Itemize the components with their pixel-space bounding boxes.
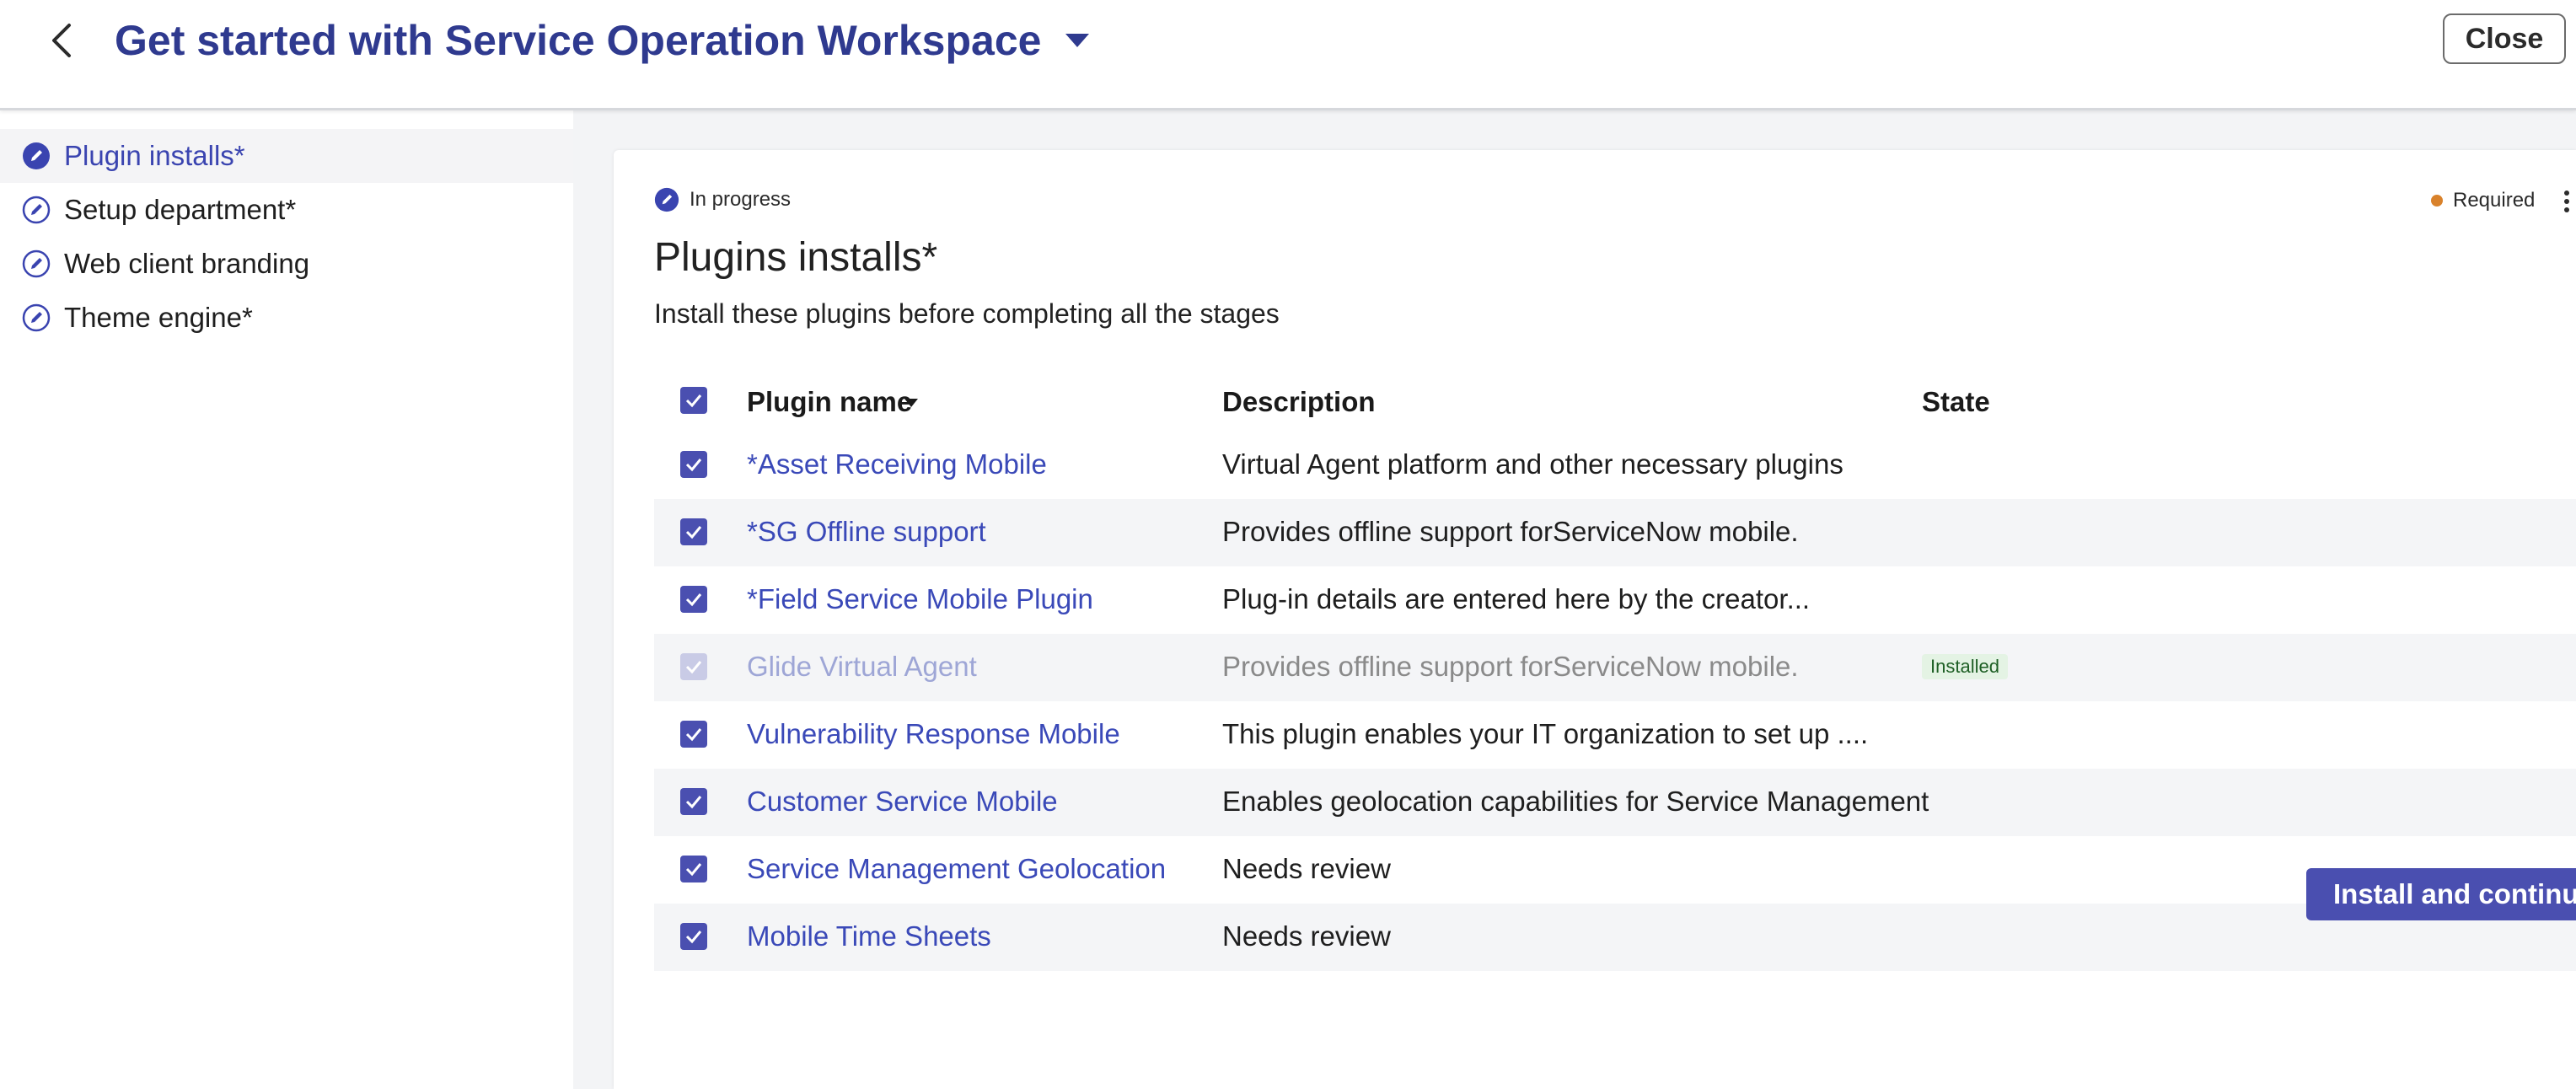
- title-dropdown-icon[interactable]: [1064, 32, 1091, 49]
- stage-sidebar: Plugin installs* Setup department* Web c…: [0, 110, 573, 1089]
- sidebar-item-theme-engine[interactable]: Theme engine*: [0, 291, 573, 345]
- row-checkbox[interactable]: [679, 585, 708, 614]
- table-row: Service Management Geolocation Needs rev…: [654, 836, 2576, 904]
- status-label: In progress: [690, 188, 792, 211]
- plugin-description: Virtual Agent platform and other necessa…: [1222, 448, 1843, 480]
- edit-stage-icon: [22, 196, 51, 224]
- column-header-description: Description: [1222, 386, 1376, 417]
- row-checkbox[interactable]: [679, 787, 708, 816]
- sidebar-item-setup-department[interactable]: Setup department*: [0, 183, 573, 237]
- plugin-name-link[interactable]: Mobile Time Sheets: [747, 920, 991, 952]
- plugin-name-link[interactable]: Customer Service Mobile: [747, 786, 1058, 818]
- select-all-checkbox[interactable]: [679, 386, 708, 415]
- sort-down-icon[interactable]: [904, 398, 919, 408]
- plugin-description: Needs review: [1222, 920, 1391, 952]
- more-options-icon[interactable]: [2563, 189, 2571, 214]
- plugin-name-link[interactable]: *SG Offline support: [747, 516, 986, 548]
- plugin-name-link[interactable]: Vulnerability Response Mobile: [747, 718, 1120, 750]
- edit-stage-icon: [23, 142, 50, 169]
- sidebar-item-web-client-branding[interactable]: Web client branding: [0, 237, 573, 291]
- column-header-state: State: [1922, 386, 1990, 417]
- card-subtitle: Install these plugins before completing …: [654, 298, 1280, 329]
- edit-stage-icon: [22, 249, 51, 278]
- plugin-description: Provides offline support forServiceNow m…: [1222, 651, 1799, 682]
- page-title: Get started with Service Operation Works…: [115, 17, 1042, 64]
- plugin-description: Provides offline support forServiceNow m…: [1222, 516, 1799, 547]
- back-arrow-icon[interactable]: [44, 19, 81, 62]
- row-checkbox[interactable]: [679, 720, 708, 748]
- column-header-plugin-name[interactable]: Plugin name: [747, 386, 912, 418]
- close-button[interactable]: Close: [2443, 13, 2566, 64]
- row-checkbox[interactable]: [679, 855, 708, 883]
- row-checkbox[interactable]: [679, 518, 708, 546]
- plugin-description: Needs review: [1222, 853, 1391, 884]
- edit-stage-icon: [22, 303, 51, 332]
- plugin-description: This plugin enables your IT organization…: [1222, 718, 1869, 749]
- card-title: Plugins installs*: [654, 235, 938, 280]
- plugin-name-link[interactable]: Service Management Geolocation: [747, 853, 1166, 885]
- install-and-continue-button[interactable]: Install and continue: [2306, 868, 2576, 920]
- plugin-description: Enables geolocation capabilities for Ser…: [1222, 786, 1929, 817]
- table-row: Vulnerability Response Mobile This plugi…: [654, 701, 2576, 769]
- plugin-name-link: Glide Virtual Agent: [747, 651, 977, 682]
- required-indicator: Required: [2431, 189, 2535, 212]
- sidebar-item-label: Theme engine*: [64, 302, 253, 333]
- table-row: *SG Offline support Provides offline sup…: [654, 499, 2576, 566]
- row-checkbox-disabled: [680, 653, 707, 680]
- table-row: Customer Service Mobile Enables geolocat…: [654, 769, 2576, 836]
- sidebar-item-label: Web client branding: [64, 248, 310, 279]
- table-row: *Asset Receiving Mobile Virtual Agent pl…: [654, 432, 2576, 499]
- stage-status: In progress: [654, 187, 791, 212]
- top-header: Get started with Service Operation Works…: [0, 0, 2576, 110]
- table-row: Glide Virtual Agent Provides offline sup…: [654, 634, 2576, 701]
- sidebar-item-label: Plugin installs*: [64, 140, 245, 171]
- row-checkbox[interactable]: [679, 922, 708, 951]
- plugins-table: Plugin name Description State *Asset Rec…: [654, 373, 2576, 971]
- plugin-name-link[interactable]: *Field Service Mobile Plugin: [747, 583, 1093, 615]
- sidebar-divider: [573, 110, 614, 1089]
- plugin-name-link[interactable]: *Asset Receiving Mobile: [747, 448, 1047, 480]
- table-header-row: Plugin name Description State: [654, 373, 2576, 432]
- table-row: *Field Service Mobile Plugin Plug-in det…: [654, 566, 2576, 634]
- sidebar-item-plugin-installs[interactable]: Plugin installs*: [0, 129, 573, 183]
- in-progress-icon: [654, 187, 679, 212]
- row-checkbox[interactable]: [679, 450, 708, 479]
- plugin-description: Plug-in details are entered here by the …: [1222, 583, 1811, 614]
- stage-card: In progress Required Plugins installs* I…: [614, 150, 2576, 1089]
- table-row: Mobile Time Sheets Needs review: [654, 904, 2576, 971]
- required-label: Required: [2453, 189, 2536, 212]
- installed-status-badge: Installed: [1922, 654, 2008, 679]
- sidebar-item-label: Setup department*: [64, 194, 297, 225]
- required-dot-icon: [2431, 195, 2443, 207]
